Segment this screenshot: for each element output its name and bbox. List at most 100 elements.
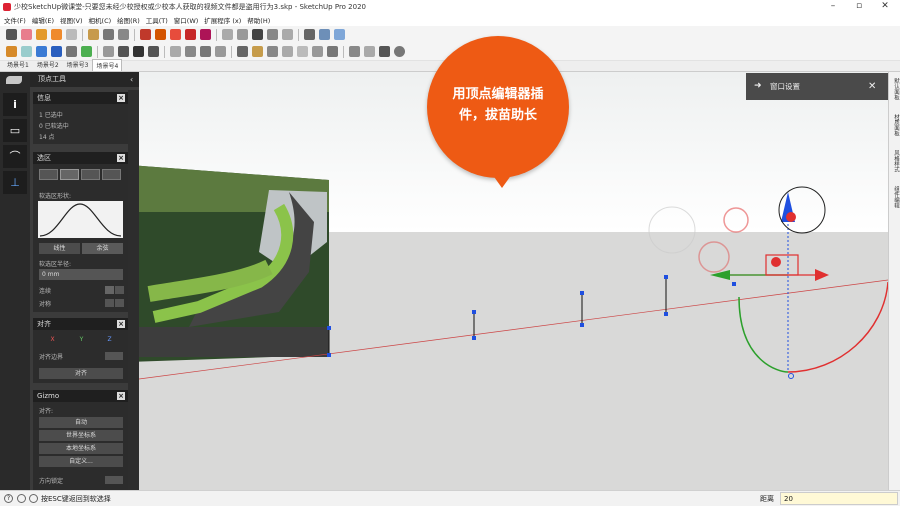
tab-materials[interactable]: 材质面板 [890,114,900,136]
cosine-button[interactable]: 余弦 [82,243,123,254]
measurements-input[interactable]: 20 [780,492,898,505]
eraser-tool-icon[interactable] [21,29,32,40]
folder-icon[interactable] [237,29,248,40]
continuous-toggle[interactable] [105,286,114,294]
globe-icon[interactable] [36,46,47,57]
play-icon[interactable] [51,29,62,40]
panel-scrollbar[interactable] [128,90,139,490]
page-icon[interactable] [222,29,233,40]
geo-icon[interactable] [394,46,405,57]
lock-icon[interactable] [103,46,114,57]
window-settings-tray[interactable]: ➜ 窗口设置 ✕ [746,73,888,100]
select-rect-icon[interactable] [39,169,58,180]
align-y-button[interactable]: Y [68,335,95,345]
close-button[interactable]: ✕ [872,0,898,14]
align-bounds-toggle[interactable] [105,352,123,360]
tab-styles[interactable]: 风格样式 [890,150,900,172]
align-x-button[interactable]: X [39,335,66,345]
shapes-icon[interactable] [66,46,77,57]
select-circle-icon[interactable] [60,169,79,180]
shield-icon[interactable] [6,46,17,57]
camera-icon[interactable] [148,46,159,57]
close-icon[interactable]: × [117,94,125,102]
sphere-icon[interactable] [118,46,129,57]
gizmo-world-button[interactable]: 世界坐标系 [39,430,123,441]
gizmo-auto-button[interactable]: 自动 [39,417,123,428]
gizmo-local-button[interactable]: 本地坐标系 [39,443,123,454]
minimize-button[interactable]: – [820,0,846,14]
terrain-icon[interactable] [349,46,360,57]
close-icon[interactable]: × [117,320,125,328]
continuous-toggle-alt[interactable] [115,286,124,294]
extension-icon[interactable] [185,29,196,40]
symmetric-toggle[interactable] [105,299,114,307]
roof-icon[interactable] [327,46,338,57]
stamp-icon[interactable] [170,46,181,57]
tab-default-panel[interactable]: 默认面板 [890,78,900,100]
scene-tab-1[interactable]: 场景号1 [3,58,33,71]
close-icon[interactable]: ✕ [868,73,876,100]
photo-icon[interactable] [252,46,263,57]
layer-icon[interactable] [200,29,211,40]
info-icon[interactable]: i [3,93,27,116]
paste-icon[interactable] [282,29,293,40]
curve-icon[interactable]: ⌒ [3,145,27,168]
rectangle-icon[interactable]: ▭ [3,119,27,142]
window-icon[interactable] [297,46,308,57]
scene-tab-4[interactable]: 场景号4 [92,59,123,71]
user-icon[interactable] [29,494,38,503]
close-icon[interactable]: × [117,392,125,400]
frame-icon[interactable] [237,46,248,57]
car-icon[interactable] [51,46,62,57]
select-tool-icon[interactable] [6,29,17,40]
grass-icon[interactable] [81,46,92,57]
torus-icon[interactable] [133,46,144,57]
scene-tab-2[interactable]: 场景号2 [33,58,63,71]
menu-window[interactable]: 窗口(W) [174,15,199,25]
help-icon[interactable]: ? [4,494,13,503]
door-icon[interactable] [312,46,323,57]
maximize-button[interactable]: ▫ [846,0,872,14]
cloud-icon[interactable] [21,46,32,57]
house-icon[interactable] [267,46,278,57]
push-pull-icon[interactable] [88,29,99,40]
linear-button[interactable]: 线性 [39,243,80,254]
feather-icon[interactable] [6,76,22,84]
warehouse-icon[interactable] [155,29,166,40]
resize-icon[interactable] [304,29,315,40]
falloff-curve[interactable] [38,201,123,238]
stop-icon[interactable] [66,29,77,40]
tab-components[interactable]: 组件编辑 [890,186,900,208]
select-lasso-icon[interactable] [81,169,100,180]
cut-icon[interactable] [267,29,278,40]
align-z-button[interactable]: Z [96,335,123,345]
select-paint-icon[interactable] [102,169,121,180]
print-icon[interactable] [118,29,129,40]
axes-icon[interactable]: ⊥ [3,171,27,194]
gear-icon[interactable] [140,29,151,40]
symmetric-toggle-alt[interactable] [115,299,124,307]
stairs-icon[interactable] [364,46,375,57]
settings-icon[interactable] [334,29,345,40]
menu-help[interactable]: 帮助(H) [247,15,270,25]
menu-camera[interactable]: 相机(C) [89,15,112,25]
menu-edit[interactable]: 编辑(E) [32,15,54,25]
menu-extensions[interactable]: 扩展程序 (x) [204,15,241,25]
save-icon[interactable] [252,29,263,40]
vertex-tools-icon[interactable] [319,29,330,40]
menu-file[interactable]: 文件(F) [4,15,26,25]
wall-icon[interactable] [282,46,293,57]
radius-input[interactable]: 0 mm [39,269,123,280]
gizmo-custom-button[interactable]: 自定义... [39,456,123,467]
render-icon[interactable] [379,46,390,57]
collapse-icon[interactable]: ‹ [130,75,133,84]
menu-view[interactable]: 视图(V) [60,15,83,25]
menu-draw[interactable]: 绘图(R) [117,15,140,25]
direction-lock-toggle[interactable] [105,476,123,484]
scene-tab-3[interactable]: 场景号3 [63,58,93,71]
align-button[interactable]: 对齐 [39,368,123,379]
info-circle-icon[interactable] [17,494,26,503]
menu-tools[interactable]: 工具(T) [146,15,168,25]
pencil-tool-icon[interactable] [36,29,47,40]
move-icon[interactable] [103,29,114,40]
